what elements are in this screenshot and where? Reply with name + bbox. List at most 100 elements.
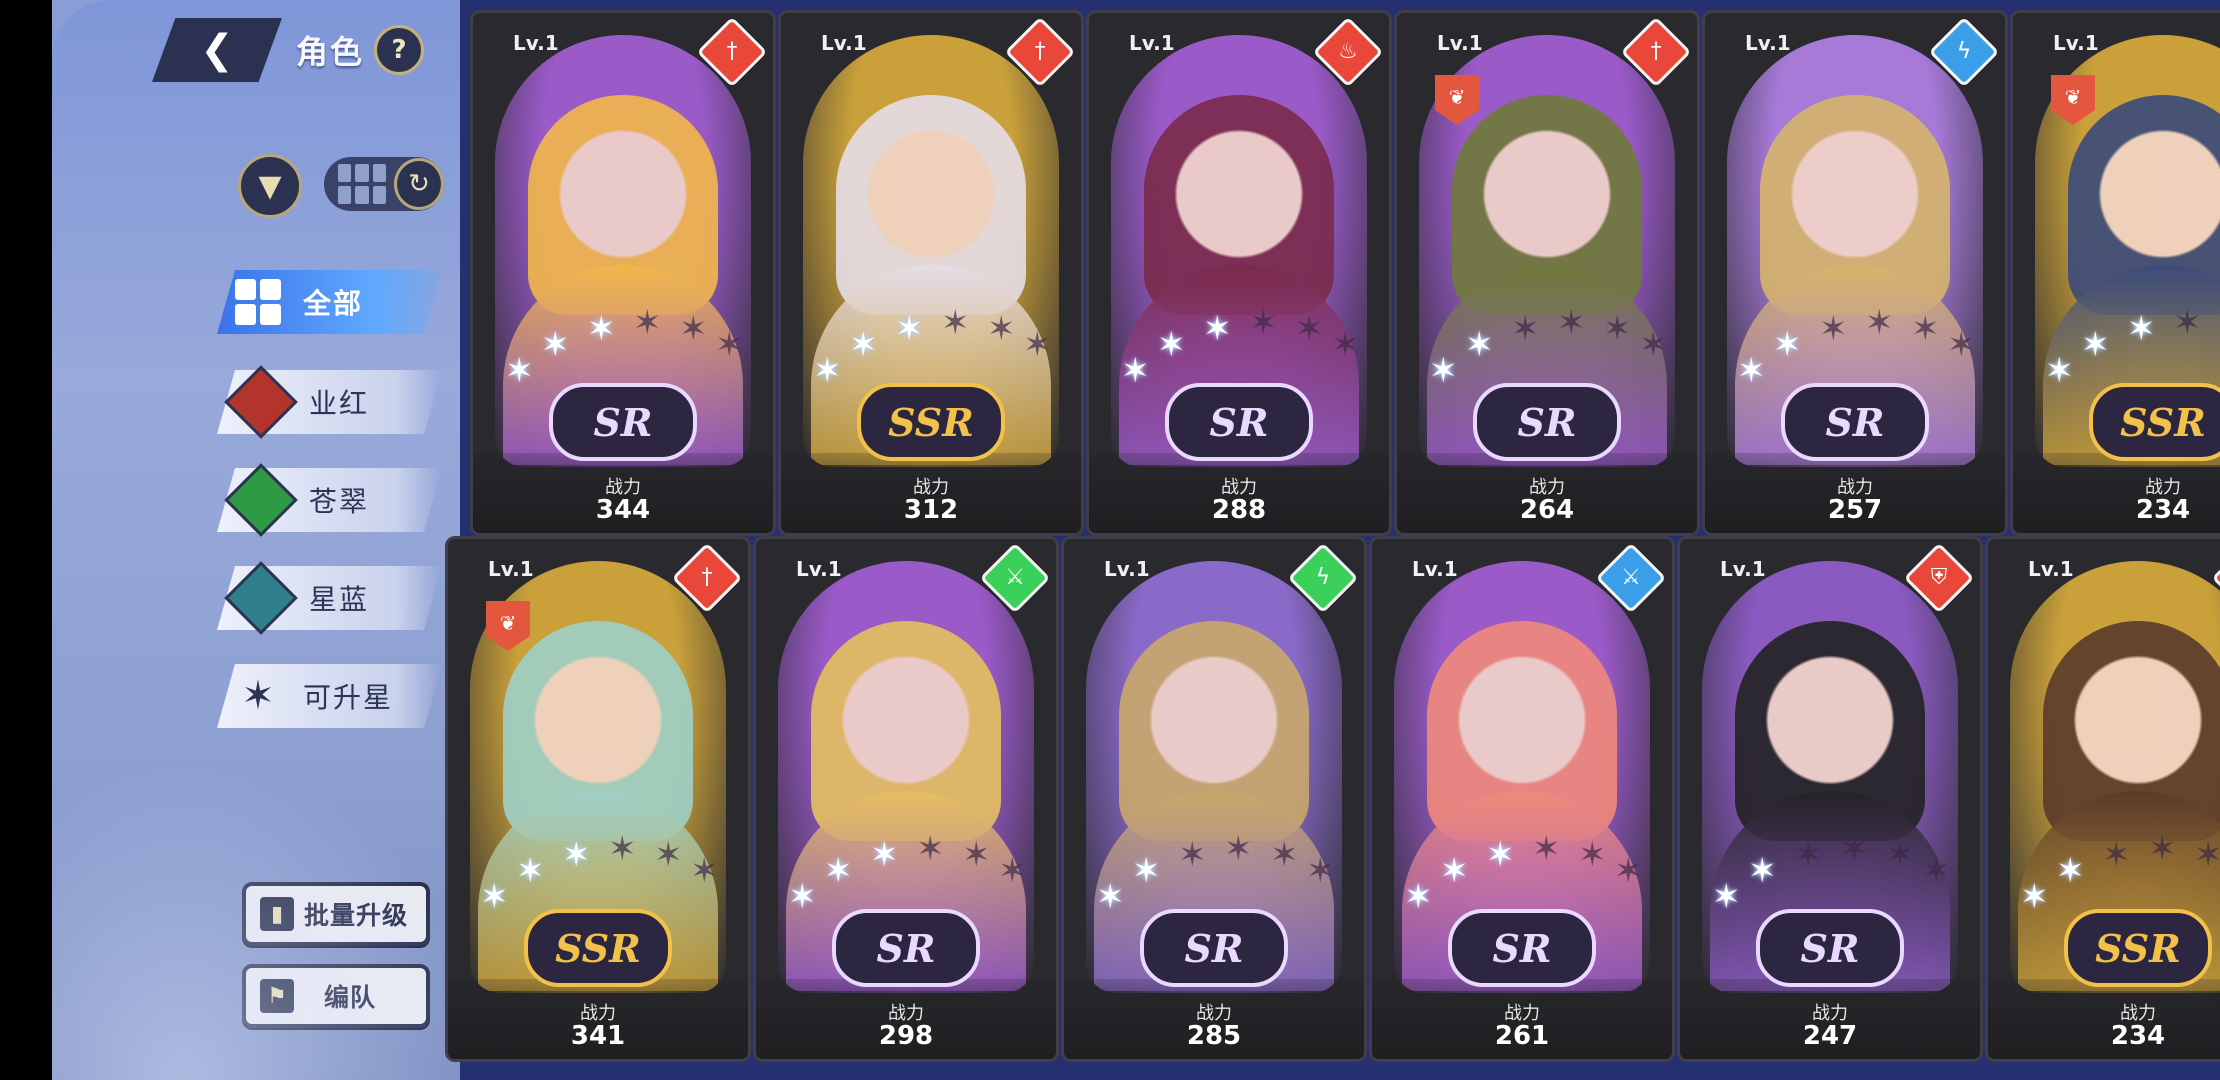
filter-button[interactable]: ▼ [238,154,302,218]
character-card[interactable]: Lv.1 † ❦ ✶ ✶ ✶ ✶ ✶ ✶ SR 战力 264 [1394,10,1700,536]
rank-star-icon: ✶ [2081,325,2110,365]
character-grid: Lv.1 † ✶ ✶ ✶ ✶ ✶ ✶ SR 战力 344 Lv.1 † ✶ ✶ ✶ ✶ ✶ ✶ SSR 战力 312 Lv.… [445,0,2220,1080]
rarity-label: SR [593,399,653,445]
tab-label: 全部 [303,287,364,320]
rank-star-icon: ✶ [1132,851,1161,891]
rank-star-icon: ✶ [1306,851,1335,891]
power-value: 344 [595,495,651,525]
character-card[interactable]: Lv.1 ϟ ✶ ✶ ✶ ✶ ✶ ✶ SR 战力 257 [1702,10,2008,536]
lightning-icon: ϟ [1315,565,1331,590]
formation-button[interactable]: ⚑ 编队 [242,964,430,1028]
rarity-badge: SSR [2064,909,2212,987]
star-rating: ✶✶✶✶✶✶ [468,829,719,919]
rarity-badge: SR [1756,909,1904,987]
rank-star-icon: ✶ [1295,309,1324,349]
rank-star-icon: ✶ [1096,877,1125,917]
character-card[interactable]: Lv.1 † ✶ ✶ ✶ ✶ ✶ ✶ SR 战力 344 [470,10,776,536]
star-burst-icon: ✶ [241,673,275,719]
star-rating: ✶✶✶✶✶✶ [1084,829,1335,919]
character-card[interactable]: Lv.1†❦✶✶✶✶✶✶SSR战力234 [2010,10,2220,536]
level-label: Lv.1 [1720,557,1766,581]
character-card[interactable]: Lv.1 ⚔ ✶ ✶ ✶ ✶ ✶ ✶ SR 战力 261 [1369,536,1675,1062]
level-label: Lv.1 [1104,557,1150,581]
rank-star-icon: ✶ [562,835,591,875]
rank-star-icon: ✶ [1578,835,1607,875]
level-label: Lv.1 [1129,31,1175,55]
back-button[interactable]: ❮ [152,18,282,82]
refresh-button[interactable]: ↻ [393,158,444,210]
tab-upgradable[interactable]: ✶ 可升星 [217,664,442,728]
rank-star-icon: ✶ [1557,303,1586,343]
game-screen: ❮ 角色 ? ▼ ↻ 全部 业红 苍翠 星蓝 ✶ 可升星 ▮ 批量升级 ⚑ 编队… [0,0,2220,1080]
level-label: Lv.1 [1412,557,1458,581]
rank-star-icon: ✶ [1614,851,1643,891]
rank-star-icon: ✶ [870,835,899,875]
rarity-badge: SR [1140,909,1288,987]
character-card[interactable]: Lv.1 ⛨ ✶ ✶ ✶ ✶ ✶ ✶ SR 战力 247 [1677,536,1983,1062]
star-rating: ✶✶✶✶✶✶ [1417,303,1668,393]
shield-icon: ⛨ [1930,565,1948,590]
rank-star-icon: ✶ [1429,351,1458,391]
tab-blue[interactable]: 星蓝 [217,561,442,635]
character-card[interactable]: Lv.1 ϟ ✶ ✶ ✶ ✶ ✶ ✶ SR 战力 285 [1061,536,1367,1062]
tab-red[interactable]: 业红 [217,365,442,439]
rank-star-icon: ✶ [1639,325,1668,365]
level-label: Lv.1 [796,557,842,581]
rank-star-icon: ✶ [1922,851,1951,891]
rank-star-icon: ✶ [998,851,1027,891]
rank-star-icon: ✶ [1886,835,1915,875]
cards-icon: ▮ [260,897,294,931]
power-value: 285 [1186,1021,1242,1051]
rank-star-icon: ✶ [1865,303,1894,343]
rank-star-icon: ✶ [1440,851,1469,891]
tab-green[interactable]: 苍翠 [217,463,442,537]
rank-star-icon: ✶ [1121,351,1150,391]
sword-icon: † [726,39,738,64]
rank-star-icon: ✶ [1023,325,1052,365]
formation-label: 编队 [324,983,377,1012]
rank-star-icon: ✶ [1486,835,1515,875]
rarity-label: SSR [555,925,641,971]
character-card[interactable]: Lv.1 ⚔ ✶ ✶ ✶ ✶ ✶ ✶ SR 战力 298 [753,536,1059,1062]
rank-star-icon: ✶ [849,325,878,365]
level-label: Lv.1 [2028,557,2074,581]
level-label: Lv.1 [1745,31,1791,55]
help-button[interactable]: ? [374,25,425,75]
rank-star-icon: ✶ [1249,303,1278,343]
rank-star-icon: ✶ [715,325,744,365]
power-value: 312 [903,495,959,525]
rank-star-icon: ✶ [895,309,924,349]
rank-star-icon: ✶ [1737,351,1766,391]
batch-upgrade-label: 批量升级 [304,901,409,930]
rank-star-icon: ✶ [2056,851,2085,891]
character-card[interactable]: Lv.1 † ✶ ✶ ✶ ✶ ✶ ✶ SSR 战力 312 [778,10,1084,536]
blade-icon: ⚔ [1621,565,1641,590]
power-value: 261 [1494,1021,1550,1051]
level-label: Lv.1 [2053,31,2099,55]
star-rating: ✶✶✶✶✶✶ [1392,829,1643,919]
rank-star-icon: ✶ [587,309,616,349]
header: ❮ 角色 ? [152,18,425,82]
power-value: 234 [2135,495,2191,525]
rarity-label: SR [1825,399,1885,445]
rank-star-icon: ✶ [824,851,853,891]
rank-star-icon: ✶ [1773,325,1802,365]
character-card[interactable]: Lv.1†✶✶✶✶✶✶SSR战力234 [1985,536,2220,1062]
rank-star-icon: ✶ [1840,829,1869,869]
batch-upgrade-button[interactable]: ▮ 批量升级 [242,882,430,946]
power-value: 247 [1802,1021,1858,1051]
character-card[interactable]: Lv.1 † ❦ ✶ ✶ ✶ ✶ ✶ ✶ SSR 战力 341 [445,536,751,1062]
character-card[interactable]: Lv.1 ♨ ✶ ✶ ✶ ✶ ✶ ✶ SR 战力 288 [1086,10,1392,536]
view-toggle[interactable]: ↻ [324,157,444,211]
star-rating: ✶✶✶✶✶✶ [776,829,1027,919]
rarity-label: SSR [2095,925,2181,971]
rank-star-icon: ✶ [1532,829,1561,869]
rarity-badge: SR [1165,383,1313,461]
rarity-label: SSR [888,399,974,445]
banner-icon: ⚑ [260,979,294,1013]
rank-star-icon: ✶ [941,303,970,343]
rank-star-icon: ✶ [1203,309,1232,349]
rarity-label: SSR [2120,399,2206,445]
tab-label: 业红 [309,387,370,420]
tab-all[interactable]: 全部 [217,270,442,334]
